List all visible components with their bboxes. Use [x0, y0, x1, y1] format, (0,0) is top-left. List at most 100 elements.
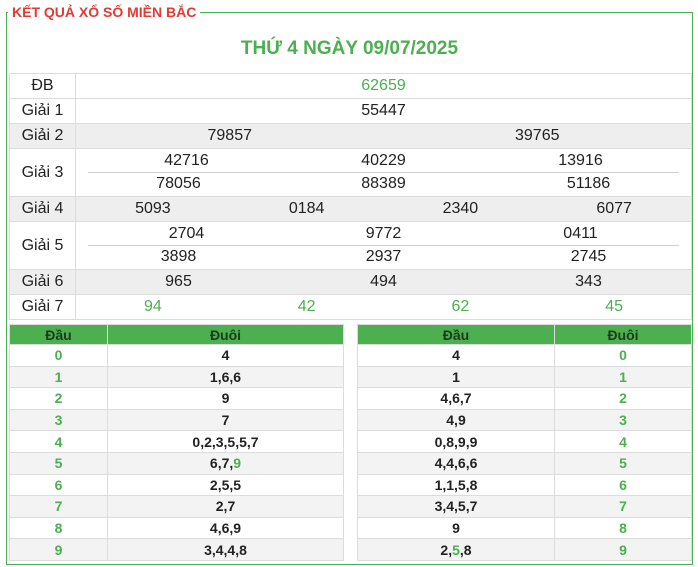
prize-row-g5: Giải 5 2704 9772 0411 3898 2937 2745 — [9, 221, 692, 270]
prize-value: 2340 — [442, 200, 479, 217]
prize-row-g1: Giải 1 55447 — [9, 98, 692, 124]
table-cell: 2,7 — [107, 495, 344, 518]
table-row: 0,8,9,9 4 — [357, 430, 692, 453]
prize-value: 42 — [297, 298, 316, 315]
table-cell: 8 — [9, 516, 108, 540]
table-row: 4,4,6,6 5 — [357, 451, 692, 475]
prize-row-db: ĐB 62659 — [9, 73, 692, 99]
table-cell: 2,5,5 — [107, 473, 344, 497]
table-cell: 9 — [357, 516, 555, 540]
prize-value: 88389 — [361, 175, 406, 192]
prize-value: 965 — [165, 273, 192, 290]
prize-value: 5093 — [135, 200, 171, 217]
table-cell: 4 — [9, 430, 108, 453]
table-cell: 0 — [9, 344, 108, 367]
table-cell: 7 — [107, 408, 344, 432]
prize-value: 9772 — [365, 224, 402, 242]
table-cell: 1,1,5,8 — [357, 473, 555, 497]
table-row: 4,6,7 2 — [357, 387, 692, 410]
table-cell: 0,2,3,5,5,7 — [107, 430, 344, 453]
table-cell: 2,5,8 — [357, 538, 555, 561]
prize-row-g7: Giải 7 94 42 62 45 — [9, 294, 692, 320]
prize-value: 494 — [370, 273, 397, 290]
table-row: 1 1,6,6 — [9, 365, 344, 389]
prize-label: Giải 1 — [9, 98, 76, 124]
prize-value: 0184 — [288, 200, 325, 217]
table-row: 29 — [9, 387, 344, 410]
prize-value: 6077 — [596, 200, 632, 217]
table-cell: 3,4,4,8 — [107, 538, 344, 561]
table-cell: 6 — [554, 473, 692, 497]
table-cell: 6,7,9 — [107, 451, 344, 475]
table-row: 37 — [9, 408, 344, 432]
results-table: ĐB 62659 Giải 1 55447 Giải 2 79857 39765… — [9, 73, 692, 320]
column-header: Đầu — [357, 324, 555, 345]
prize-value: 42716 — [164, 151, 209, 169]
table-row: 11 — [357, 365, 692, 389]
table-cell: 9 — [107, 387, 344, 410]
table-cell: 3 — [554, 408, 692, 432]
prize-label: ĐB — [9, 73, 76, 99]
prize-row-g2: Giải 2 79857 39765 — [9, 123, 692, 149]
column-header: Đầu — [9, 324, 108, 345]
prize-value: 2745 — [570, 248, 607, 265]
table-cell: 4,6,7 — [357, 387, 555, 410]
prize-value: 79857 — [207, 127, 253, 144]
table-cell: 1 — [357, 365, 555, 389]
table-row: 98 — [357, 516, 692, 540]
prize-value: 94 — [143, 298, 162, 315]
prize-label: Giải 7 — [9, 294, 76, 320]
prize-values: 94 42 62 45 — [75, 294, 692, 320]
prize-label: Giải 2 — [9, 123, 76, 149]
prize-value: 3898 — [160, 248, 197, 265]
prize-values: 79857 39765 — [75, 123, 692, 149]
table-cell: 4 — [357, 344, 555, 367]
table-cell: 1,6,6 — [107, 365, 344, 389]
prize-values: 42716 40229 13916 78056 88389 51186 — [75, 148, 692, 197]
column-header: Đuôi — [107, 324, 344, 345]
dau-table: Đầu Đuôi 0 4 1 1,6,6 2 9 3 7 4 0,2,3,5,5,7 5 6,7,9 6… — [9, 324, 344, 561]
prize-row-g4: Giải 4 5093 0184 2340 6077 — [9, 196, 692, 222]
prize-value: 13916 — [558, 151, 603, 169]
prize-value: 39765 — [515, 127, 560, 144]
prize-value: 51186 — [566, 175, 611, 192]
prize-value: 45 — [605, 298, 624, 315]
prize-value: 40229 — [361, 151, 406, 169]
prize-label: Giải 6 — [9, 269, 76, 295]
prize-value: 55447 — [75, 98, 692, 124]
prize-values: 965 494 343 — [75, 269, 692, 295]
prize-label: Giải 3 — [9, 148, 76, 197]
table-cell: 4,6,9 — [107, 516, 344, 540]
prize-value: 2937 — [365, 248, 402, 265]
column-header: Đuôi — [554, 324, 692, 345]
table-row: 2,5,8 9 — [357, 538, 692, 561]
prize-values: 2704 9772 0411 3898 2937 2745 — [75, 221, 692, 270]
table-cell: 4 — [107, 344, 344, 367]
prize-value: 0411 — [563, 224, 598, 242]
page-heading: KẾT QUẢ XỔ SỐ MIỀN BẮC — [8, 4, 201, 20]
table-cell: 6 — [9, 473, 108, 497]
duoi-table: Đầu Đuôi 4 0 1 1 4,6,7 2 4,9 3 0,8,9,9 4 4,4,6,6 5 1… — [357, 324, 692, 561]
prize-label: Giải 5 — [9, 221, 76, 270]
table-cell: 9 — [554, 538, 692, 561]
prize-value: 2704 — [168, 224, 205, 242]
table-cell: 4,4,6,6 — [357, 451, 555, 475]
table-cell: 7 — [9, 495, 108, 518]
prize-label: Giải 4 — [9, 196, 76, 222]
prize-row-g6: Giải 6 965 494 343 — [9, 269, 692, 295]
table-cell: 0,8,9,9 — [357, 430, 555, 453]
table-row: 9 3,4,4,8 — [9, 538, 344, 561]
prize-value: 78056 — [156, 175, 201, 192]
table-cell: 3,4,5,7 — [357, 495, 555, 518]
prize-value: 343 — [575, 273, 602, 290]
table-row: 4,9 3 — [357, 408, 692, 432]
table-cell: 0 — [554, 344, 692, 367]
table-cell: 4 — [554, 430, 692, 453]
table-row: 4 0,2,3,5,5,7 — [9, 430, 344, 453]
table-row: 8 4,6,9 — [9, 516, 344, 540]
table-row: 40 — [357, 344, 692, 367]
table-cell: 4,9 — [357, 408, 555, 432]
table-row: 6 2,5,5 — [9, 473, 344, 497]
prize-row-g3: Giải 3 42716 40229 13916 78056 88389 511… — [9, 148, 692, 197]
prize-values: 5093 0184 2340 6077 — [75, 196, 692, 222]
